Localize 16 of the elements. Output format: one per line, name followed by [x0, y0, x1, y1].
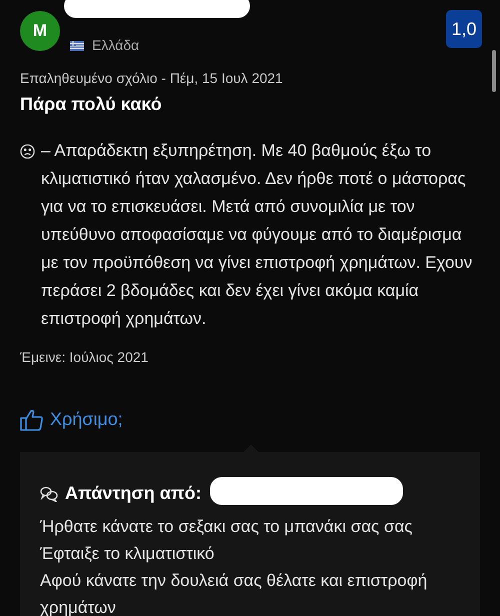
reply-line: Ήρθατε κάνατε το σεξακι σας το μπανάκι σας σας	[40, 516, 414, 538]
helpful-link[interactable]: Χρήσιμο;	[20, 406, 123, 433]
stay-date: Έμεινε: Ιούλιος 2021	[20, 348, 150, 367]
scrollbar	[492, 50, 496, 92]
country-label: Ελλάδα	[92, 36, 140, 55]
review-meta: Επαληθευμένο σχόλιο - Πέμ, 15 Ιουλ 2021	[20, 69, 284, 88]
review-title: Πάρα πολύ κακό	[20, 93, 163, 116]
reply-heading: Απάντηση από:	[65, 482, 202, 505]
avatar: M	[20, 11, 60, 51]
review-text: – Απαράδεκτη εξυπηρέτηση. Με 40 βαθμούς έξω το κλιματιστικό ήταν χαλασμένο. Δεν ήρθε ποτέ ο μάστορας για να το επισκευάσει. Μετά από συνομιλία με τον υπεύθυνο αποφασίσαμε να φύγουμε από το διαμέρισμα με τον προϋπόθεση να γίνει επιστροφή χρημάτων. Εχουν περάσει 2 βδομάδες και δεν έχει γίνει ακόμα καμία επιστροφή χρημάτων.	[41, 140, 474, 330]
reply-line: Έφταιξε το κλιματιστικό	[40, 543, 216, 565]
sad-face-icon	[20, 144, 35, 159]
chat-bubbles-icon	[40, 486, 58, 502]
score-badge: 1,0	[446, 10, 482, 48]
thumbs-up-icon	[20, 408, 44, 430]
flag-icon	[70, 40, 84, 50]
